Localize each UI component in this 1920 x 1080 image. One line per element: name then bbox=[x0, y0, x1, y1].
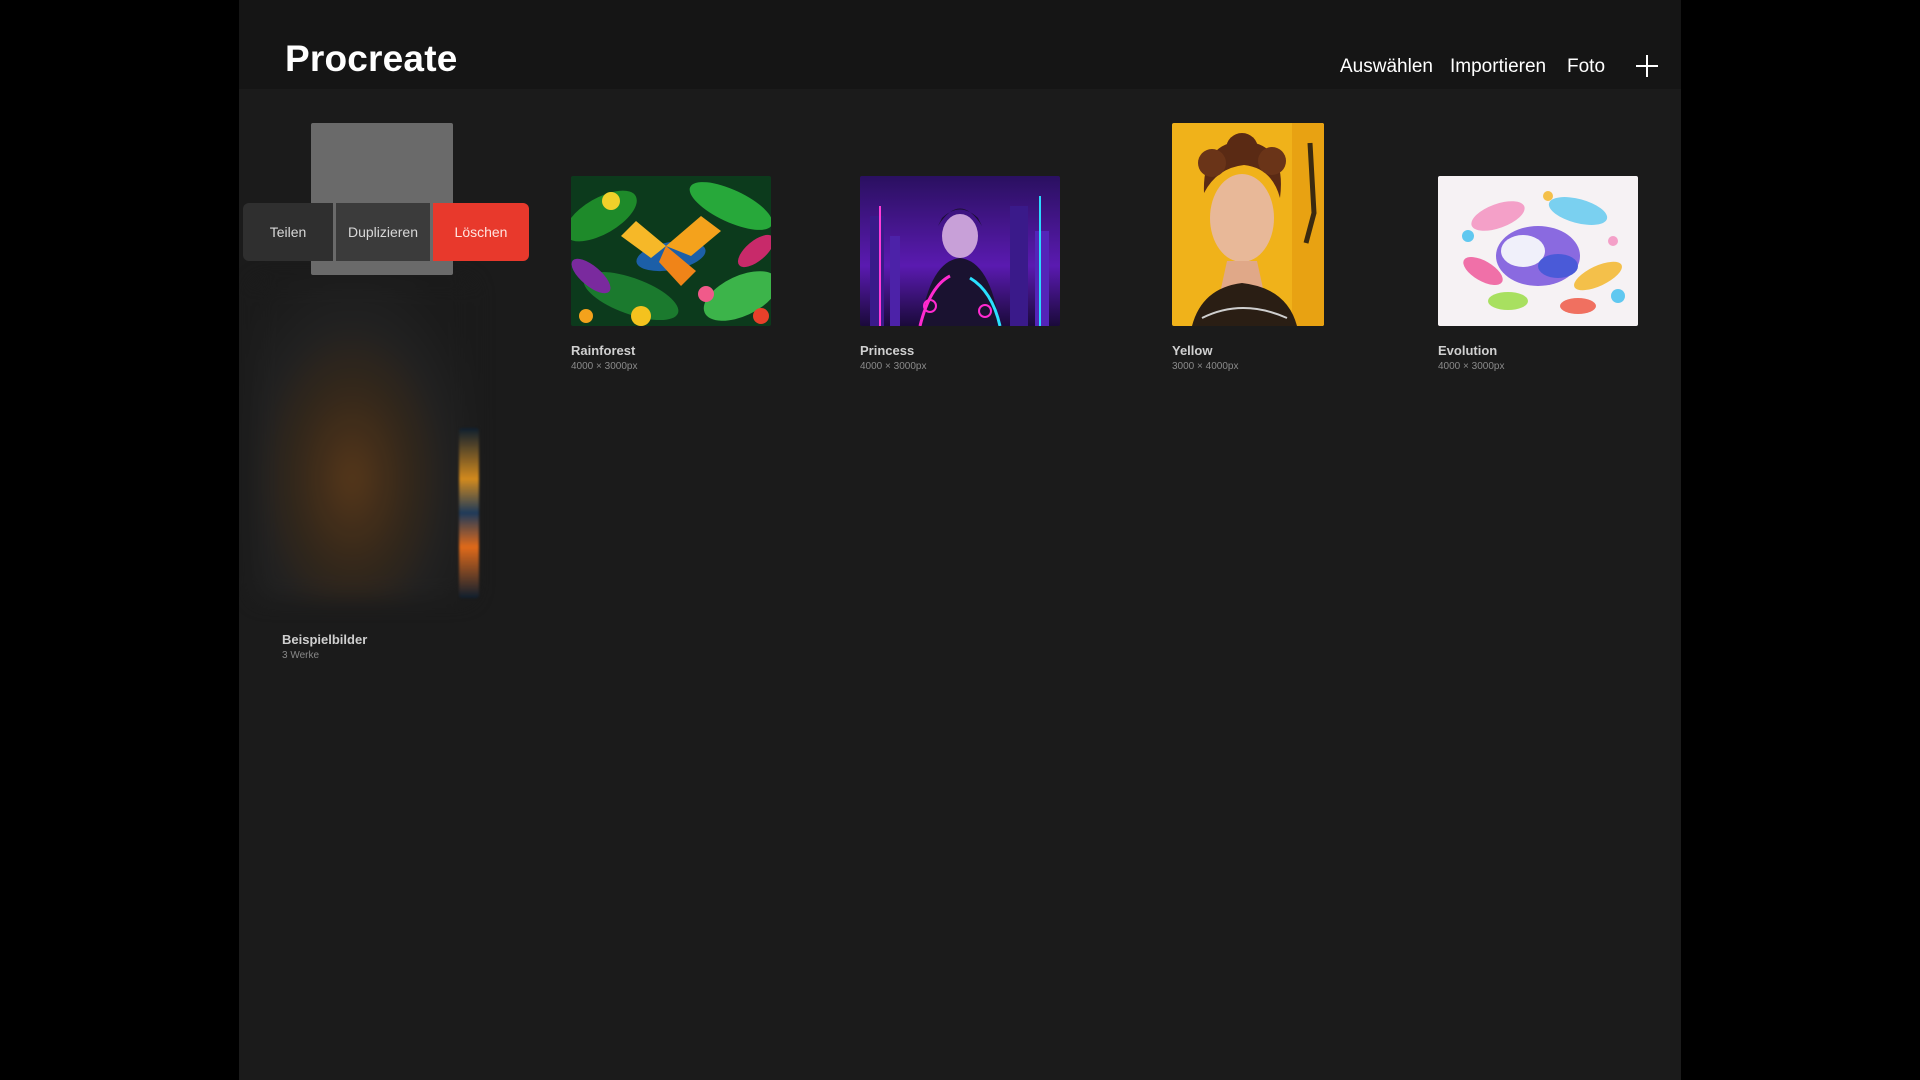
artwork-thumbnail-yellow[interactable] bbox=[1172, 123, 1324, 326]
artwork-title-yellow[interactable]: Yellow bbox=[1172, 343, 1212, 358]
stack-artwork-edge bbox=[459, 428, 479, 598]
stack-preview[interactable] bbox=[253, 280, 473, 600]
rainforest-image bbox=[571, 176, 771, 326]
artwork-thumbnail-evolution[interactable] bbox=[1438, 176, 1638, 326]
stack-count: 3 Werke bbox=[282, 650, 320, 661]
plus-icon bbox=[1636, 55, 1658, 77]
procreate-gallery: Procreate Auswählen Importieren Foto Tei… bbox=[239, 0, 1681, 1080]
artwork-size-rainforest: 4000 × 3000px bbox=[571, 361, 638, 372]
princess-image bbox=[860, 176, 1060, 326]
artwork-title-evolution[interactable]: Evolution bbox=[1438, 343, 1497, 358]
stack-title[interactable]: Beispielbilder bbox=[282, 632, 367, 647]
artwork-size-evolution: 4000 × 3000px bbox=[1438, 361, 1505, 372]
artwork-title-princess[interactable]: Princess bbox=[860, 343, 914, 358]
duplicate-button[interactable]: Duplizieren bbox=[336, 203, 430, 261]
gallery-header: Procreate Auswählen Importieren Foto bbox=[239, 0, 1681, 89]
context-menu: Teilen Duplizieren Löschen bbox=[243, 203, 529, 261]
evolution-image bbox=[1438, 176, 1638, 326]
import-button[interactable]: Importieren bbox=[1450, 56, 1546, 78]
add-canvas-button[interactable] bbox=[1635, 54, 1659, 78]
artwork-thumbnail-princess[interactable] bbox=[860, 176, 1060, 326]
artwork-size-princess: 4000 × 3000px bbox=[860, 361, 927, 372]
delete-button[interactable]: Löschen bbox=[433, 203, 529, 261]
app-title: Procreate bbox=[285, 38, 458, 79]
select-button[interactable]: Auswählen bbox=[1340, 56, 1433, 78]
artwork-thumbnail-rainforest[interactable] bbox=[571, 176, 771, 326]
artwork-title-rainforest[interactable]: Rainforest bbox=[571, 343, 635, 358]
photo-button[interactable]: Foto bbox=[1567, 56, 1605, 78]
share-button[interactable]: Teilen bbox=[243, 203, 333, 261]
artwork-size-yellow: 3000 × 4000px bbox=[1172, 361, 1239, 372]
yellow-image bbox=[1172, 123, 1324, 326]
